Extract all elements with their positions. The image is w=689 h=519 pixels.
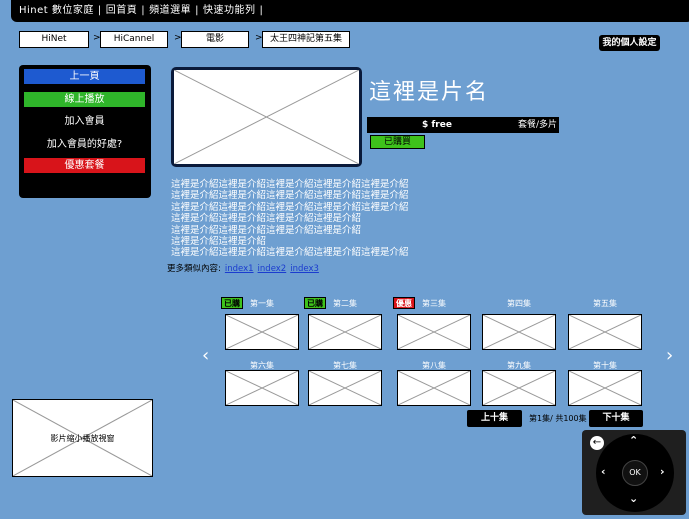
episode-thumbnail[interactable]	[482, 314, 556, 350]
menu-member-benefits-button[interactable]: 加入會員的好處?	[24, 137, 145, 152]
remote-left-arrow-icon[interactable]: ‹	[601, 465, 606, 478]
brand-link[interactable]: Hinet 數位家庭	[19, 5, 94, 16]
episode-thumbnail[interactable]	[225, 370, 299, 406]
menu-promo-package-button[interactable]: 優惠套餐	[24, 158, 145, 173]
breadcrumb-current: 太王四神記第五集	[262, 31, 350, 48]
purchased-badge: 已購買	[370, 135, 425, 149]
movie-title: 這裡是片名	[369, 80, 490, 105]
related-content-label: 更多類似內容:	[167, 264, 221, 274]
breadcrumb-hinet[interactable]: HiNet	[19, 31, 89, 48]
related-link-2[interactable]: index2	[258, 264, 287, 274]
home-link[interactable]: 回首頁	[106, 5, 138, 16]
episode-thumbnail[interactable]	[397, 370, 471, 406]
episodes-next-arrow[interactable]: ›	[666, 345, 673, 366]
menu-back-button[interactable]: 上一頁	[24, 69, 145, 84]
quick-functions-link[interactable]: 快速功能列	[203, 5, 256, 16]
my-settings-button[interactable]: 我的個人設定	[599, 35, 660, 51]
description-line: 這裡是介紹這裡是介紹這裡是介紹這裡是介紹這裡是介紹	[171, 190, 409, 202]
remote-right-arrow-icon[interactable]: ›	[660, 465, 665, 478]
image-placeholder-icon	[398, 371, 470, 405]
episode-badge: 已購	[221, 297, 243, 309]
image-placeholder-icon	[483, 371, 555, 405]
remote-down-arrow-icon[interactable]: ⌄	[629, 492, 638, 505]
description-line: 這裡是介紹這裡是介紹	[171, 236, 267, 248]
next-ten-button[interactable]: 下十集	[589, 410, 643, 427]
image-placeholder-icon	[309, 315, 381, 349]
episode-thumbnail[interactable]	[308, 314, 382, 350]
image-placeholder-icon	[309, 371, 381, 405]
episode-thumbnail[interactable]	[308, 370, 382, 406]
related-link-1[interactable]: index1	[225, 264, 254, 274]
price-bar: $ free 套餐/多片	[367, 117, 559, 133]
remote-back-button[interactable]: ←	[590, 436, 604, 450]
breadcrumb-movies[interactable]: 電影	[181, 31, 249, 48]
description-line: 這裡是介紹這裡是介紹這裡是介紹這裡是介紹這裡是介紹	[171, 179, 409, 190]
side-menu: 上一頁 線上播放 加入會員 加入會員的好處? 優惠套餐	[19, 65, 151, 198]
episode-badge: 已購	[304, 297, 326, 309]
mini-player-label: 影片縮小播放視窗	[50, 434, 115, 443]
prev-ten-button[interactable]: 上十集	[467, 410, 522, 427]
episode-thumbnail[interactable]	[225, 314, 299, 350]
image-placeholder-icon	[174, 70, 359, 164]
price-value: $ free	[422, 120, 452, 130]
image-placeholder-icon	[398, 315, 470, 349]
episode-label: 第五集	[593, 299, 617, 308]
menu-join-member-button[interactable]: 加入會員	[24, 114, 145, 129]
top-nav-bar: Hinet 數位家庭 | 回首頁 | 頻道選單 | 快速功能列 |	[11, 0, 689, 22]
episode-thumbnail[interactable]	[568, 314, 642, 350]
page-info: 第1集/ 共100集	[529, 414, 587, 423]
price-unit: 套餐/多片	[517, 120, 557, 130]
episode-label: 第四集	[507, 299, 531, 308]
episode-badge: 優惠	[393, 297, 415, 309]
episode-thumbnail[interactable]	[568, 370, 642, 406]
related-link-3[interactable]: index3	[290, 264, 319, 274]
description-line: 這裡是介紹這裡是介紹這裡是介紹這裡是介紹	[171, 213, 362, 225]
breadcrumb-hicannel[interactable]: HiCannel	[100, 31, 168, 48]
related-content: 更多類似內容: index1 index2 index3	[167, 262, 319, 274]
image-placeholder-icon	[226, 371, 298, 405]
episodes-prev-arrow[interactable]: ‹	[202, 345, 209, 366]
image-placeholder-icon	[226, 315, 298, 349]
remote-ok-button[interactable]: OK	[622, 460, 648, 486]
menu-play-online-button[interactable]: 線上播放	[24, 92, 145, 107]
movie-poster	[171, 67, 362, 167]
image-placeholder-icon	[569, 371, 641, 405]
image-placeholder-icon	[569, 315, 641, 349]
description-line: 這裡是介紹這裡是介紹這裡是介紹這裡是介紹這裡是介紹	[171, 247, 409, 259]
remote-up-arrow-icon[interactable]: ⌃	[629, 434, 638, 447]
description-line: 這裡是介紹這裡是介紹這裡是介紹這裡是介紹	[171, 224, 362, 236]
movie-description: 這裡是介紹這裡是介紹這裡是介紹這裡是介紹這裡是介紹 這裡是介紹這裡是介紹這裡是介…	[171, 179, 471, 259]
channel-menu-link[interactable]: 頻道選單	[149, 5, 191, 16]
episode-thumbnail[interactable]	[482, 370, 556, 406]
image-placeholder-icon	[483, 315, 555, 349]
episode-thumbnail[interactable]	[397, 314, 471, 350]
description-line: 這裡是介紹這裡是介紹這裡是介紹這裡是介紹這裡是介紹	[171, 201, 409, 213]
